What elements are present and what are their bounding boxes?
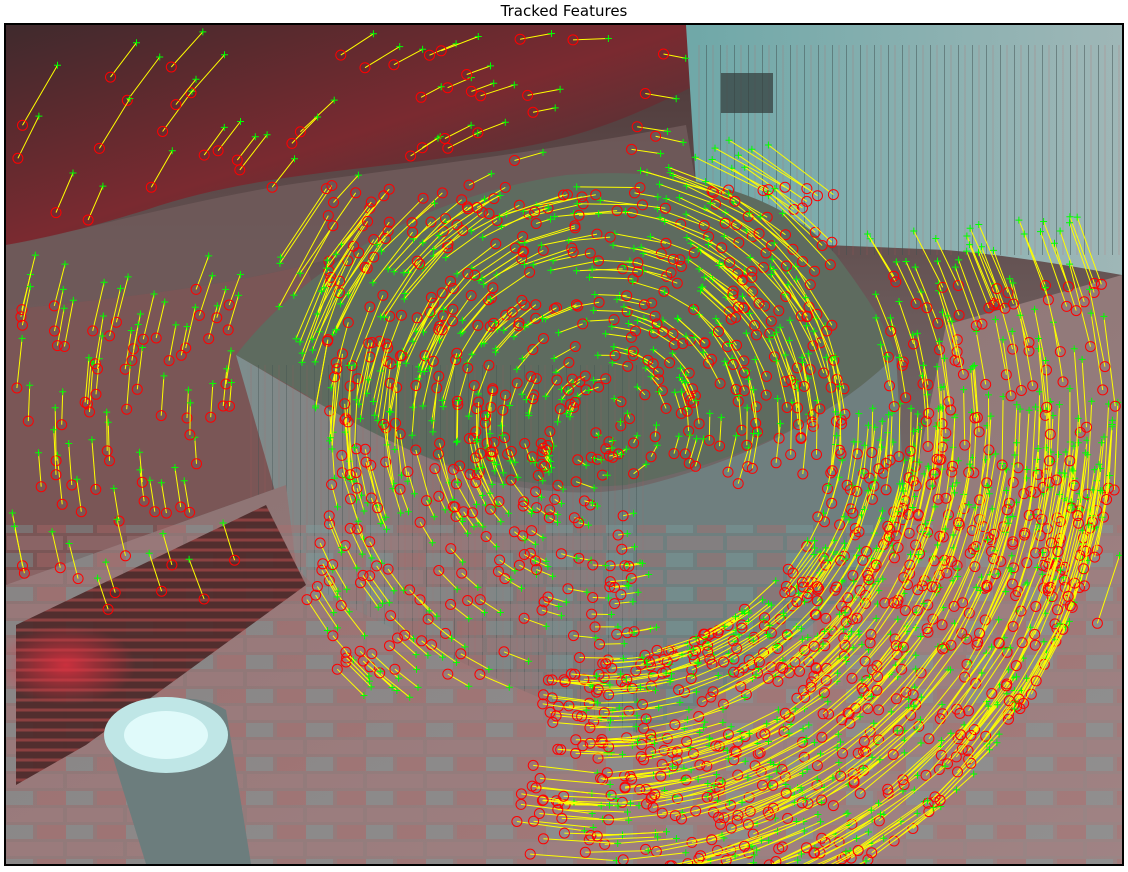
image-axes — [4, 23, 1124, 866]
motion-vector — [599, 643, 625, 645]
figure-window: Tracked Features — [0, 0, 1128, 872]
motion-vector — [576, 186, 641, 189]
tracked-features-image — [6, 25, 1122, 864]
wall-sign — [721, 73, 773, 113]
motion-vector — [106, 412, 108, 451]
motion-vector — [708, 413, 711, 441]
motion-vector — [816, 400, 818, 455]
motion-vector — [581, 715, 638, 717]
motion-vector — [501, 410, 504, 436]
motion-vector — [910, 408, 912, 452]
figure-title: Tracked Features — [500, 2, 628, 20]
